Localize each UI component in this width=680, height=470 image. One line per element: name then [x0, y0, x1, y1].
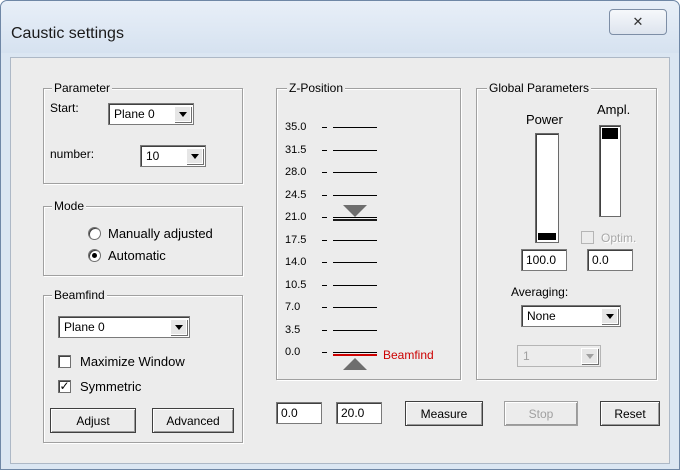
- z-plane-line: [333, 194, 377, 196]
- symmetric-checkbox[interactable]: ✓: [58, 380, 71, 393]
- beamfind-group: Beamfind Plane 0 Maximize Window ✓ Symme…: [43, 288, 243, 443]
- z-plane-line: [333, 149, 377, 151]
- parameter-group: Parameter Start: Plane 0 number: 10: [43, 81, 243, 184]
- start-plane-value: Plane 0: [114, 107, 155, 121]
- z-tick-label: 3.5: [285, 323, 301, 336]
- z-tick-mark: [322, 217, 327, 218]
- symmetric-label: Symmetric: [80, 379, 142, 394]
- start-label: Start:: [50, 101, 79, 115]
- parameter-legend: Parameter: [52, 81, 113, 95]
- optim-label: Optim.: [601, 231, 637, 245]
- chevron-down-icon[interactable]: [601, 308, 618, 324]
- adjust-button[interactable]: Adjust: [50, 408, 136, 433]
- ampl-meter-fill: [602, 128, 618, 139]
- z-tick-mark: [322, 284, 327, 286]
- z-tick-label: 10.5: [285, 278, 307, 291]
- maximize-window-checkbox[interactable]: [58, 355, 71, 368]
- z-plane-line: [333, 329, 377, 331]
- averaging-value: None: [527, 309, 556, 323]
- z-tick-label: 35.0: [285, 121, 307, 133]
- reset-button[interactable]: Reset: [600, 401, 660, 426]
- z-min-field[interactable]: 0.0: [276, 402, 322, 424]
- z-plane-line: [333, 352, 377, 353]
- power-value-field[interactable]: 100.0: [521, 249, 567, 271]
- close-button[interactable]: ✕: [609, 9, 667, 35]
- caustic-settings-window: Caustic settings ✕ Parameter Start: Plan…: [0, 0, 680, 470]
- z-tick-mark: [322, 352, 327, 353]
- ampl-meter: [599, 125, 621, 217]
- z-tick-label: 0.0: [285, 346, 301, 358]
- mode-group: Mode Manually adjusted Automatic: [43, 199, 243, 276]
- measure-button[interactable]: Measure: [405, 401, 483, 426]
- global-parameters-legend: Global Parameters: [487, 81, 592, 95]
- global-parameters-group: Global Parameters Power Ampl. Optim. 100…: [476, 81, 657, 380]
- ampl-label: Ampl.: [597, 102, 631, 117]
- averaging-count-select[interactable]: 1: [517, 345, 601, 367]
- power-meter: [535, 133, 559, 243]
- manually-adjusted-radio[interactable]: [88, 227, 101, 240]
- start-plane-select[interactable]: Plane 0: [108, 103, 194, 125]
- z-plane-line: [333, 284, 377, 286]
- z-tick-label: 17.5: [285, 233, 307, 246]
- title-bar: Caustic settings ✕: [1, 1, 679, 53]
- advanced-button[interactable]: Advanced: [152, 408, 234, 433]
- z-tick-label: 31.5: [285, 143, 307, 156]
- power-meter-fill: [538, 233, 556, 240]
- z-tick-label: 28.0: [285, 166, 307, 178]
- power-label: Power: [526, 112, 563, 127]
- averaging-select[interactable]: None: [521, 305, 621, 327]
- z-tick-label: 14.0: [285, 256, 307, 268]
- z-tick-mark: [322, 194, 327, 196]
- checkmark-icon: ✓: [59, 379, 70, 393]
- chevron-down-icon[interactable]: [170, 319, 187, 335]
- mode-legend: Mode: [52, 199, 87, 213]
- z-plane-line: [333, 127, 377, 128]
- z-tick-mark: [322, 262, 327, 263]
- chevron-down-icon[interactable]: [174, 106, 191, 122]
- beamfind-marker-label: Beamfind: [383, 348, 434, 362]
- z-max-field[interactable]: 20.0: [336, 402, 382, 424]
- stop-button[interactable]: Stop: [504, 401, 578, 426]
- beamfind-plane-select[interactable]: Plane 0: [58, 316, 190, 338]
- z-tick-mark: [322, 149, 327, 151]
- close-icon: ✕: [632, 14, 644, 29]
- radio-selected-dot: [92, 253, 97, 258]
- z-tick-mark: [322, 329, 327, 331]
- maximize-window-label: Maximize Window: [80, 354, 185, 369]
- dialog-client-area: Parameter Start: Plane 0 number: 10 Mode…: [10, 57, 670, 464]
- window-title: Caustic settings: [11, 25, 124, 42]
- manually-adjusted-label: Manually adjusted: [108, 226, 213, 241]
- z-lower-marker[interactable]: [343, 358, 367, 370]
- z-plane-line: [333, 307, 377, 308]
- z-plane-line: [333, 172, 377, 173]
- ampl-value-field[interactable]: 0.0: [587, 249, 633, 271]
- averaging-count-value: 1: [523, 349, 530, 363]
- z-upper-marker[interactable]: [343, 205, 367, 218]
- number-value: 10: [146, 149, 160, 163]
- z-tick-mark: [322, 239, 327, 241]
- chevron-down-icon[interactable]: [581, 348, 598, 364]
- chevron-down-icon[interactable]: [186, 148, 203, 164]
- z-tick-mark: [322, 172, 327, 173]
- z-upper-marker-line: [333, 219, 377, 222]
- z-scale[interactable]: 35.0 31.5 28.0 24.5 21.0 17.5 14.0 10.5 7.0 3.5 0.…: [277, 89, 462, 381]
- z-tick-mark: [322, 127, 327, 128]
- beamfind-plane-value: Plane 0: [64, 320, 105, 334]
- beamfind-legend: Beamfind: [52, 288, 107, 302]
- z-plane-line: [333, 262, 377, 263]
- beamfind-line: [333, 354, 377, 356]
- averaging-label: Averaging:: [511, 285, 569, 299]
- optim-checkbox[interactable]: [581, 231, 594, 244]
- z-tick-mark: [322, 307, 327, 308]
- z-tick-label: 24.5: [285, 188, 307, 201]
- z-tick-label: 21.0: [285, 211, 307, 223]
- number-label: number:: [50, 147, 95, 161]
- automatic-radio[interactable]: [88, 249, 101, 262]
- number-select[interactable]: 10: [140, 145, 206, 167]
- z-tick-label: 7.0: [285, 301, 301, 313]
- automatic-label: Automatic: [108, 248, 166, 263]
- z-plane-line: [333, 239, 377, 241]
- z-position-group: Z-Position 35.0 31.5 28.0 24.5 21.0 17.5 14.0 1…: [276, 81, 462, 381]
